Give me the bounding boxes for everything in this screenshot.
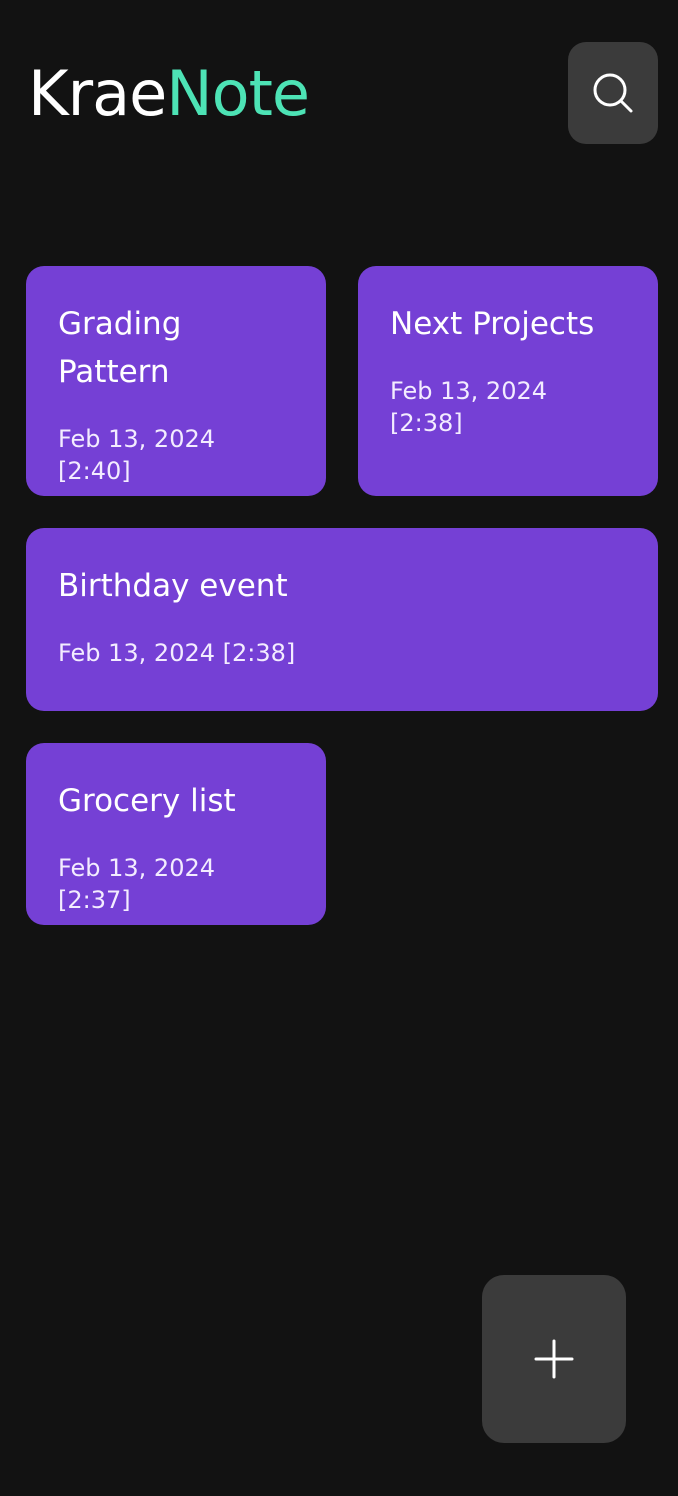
note-date: Feb 13, 2024 [2:38] <box>58 639 296 667</box>
note-card[interactable]: Next Projects Feb 13, 2024 [2:38] <box>358 266 658 496</box>
note-date: Feb 13, 2024 [2:37] <box>58 854 215 914</box>
add-note-button[interactable] <box>482 1275 626 1443</box>
note-card[interactable]: Grading Pattern Feb 13, 2024 [2:40] <box>26 266 326 496</box>
note-title: Grading Pattern <box>58 306 182 390</box>
note-title: Next Projects <box>390 306 595 342</box>
app-screen: KraeNote Grading Pattern Feb 13, 2024 [2… <box>0 0 678 1496</box>
note-date: Feb 13, 2024 [2:38] <box>390 377 547 437</box>
note-date: Feb 13, 2024 [2:40] <box>58 425 215 485</box>
notes-grid: Grading Pattern Feb 13, 2024 [2:40] Next… <box>0 0 678 1496</box>
note-title: Grocery list <box>58 783 236 819</box>
note-title: Birthday event <box>58 568 288 604</box>
note-card[interactable]: Birthday event Feb 13, 2024 [2:38] <box>26 528 658 711</box>
plus-icon <box>534 1339 574 1379</box>
note-card[interactable]: Grocery list Feb 13, 2024 [2:37] <box>26 743 326 925</box>
